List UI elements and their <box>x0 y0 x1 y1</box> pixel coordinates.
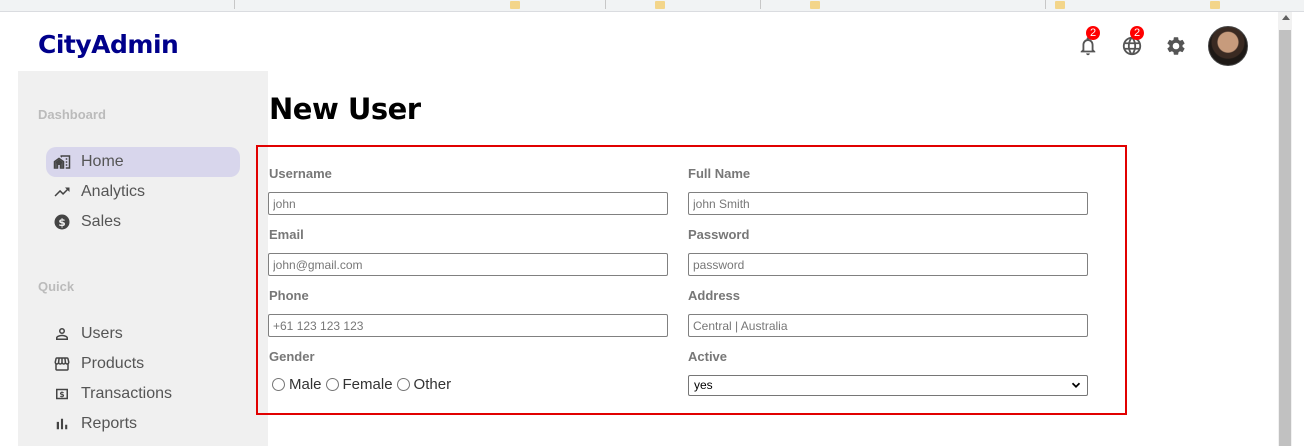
bookmark-folder-icon[interactable] <box>510 1 520 9</box>
dollar-icon: $ <box>52 212 72 232</box>
sidebar-section-title: Dashboard <box>38 107 106 122</box>
bookmark-folder-icon[interactable] <box>655 1 665 9</box>
active-label: Active <box>688 349 728 364</box>
username-input[interactable] <box>268 192 668 215</box>
sidebar-item-label: Sales <box>81 213 122 230</box>
money-icon: $ <box>52 384 72 404</box>
settings-button[interactable] <box>1164 34 1188 58</box>
language-count-badge: 2 <box>1130 26 1144 40</box>
sidebar-item-users[interactable]: Users <box>46 319 240 349</box>
app-logo[interactable]: CityAdmin <box>38 30 179 59</box>
phone-input[interactable] <box>268 314 668 337</box>
notifications-count-badge: 2 <box>1086 26 1100 40</box>
divider <box>234 0 235 9</box>
sidebar: Dashboard Home Analytics $ Sales Quick U… <box>18 71 268 446</box>
gender-male-radio[interactable] <box>272 378 285 391</box>
sidebar-item-label: Users <box>81 325 123 342</box>
topbar-icons: 2 2 <box>1056 26 1248 66</box>
notifications-button[interactable]: 2 <box>1076 26 1100 58</box>
gender-female-radio[interactable] <box>325 378 339 391</box>
home-icon <box>52 152 72 172</box>
sidebar-item-transactions[interactable]: $ Transactions <box>46 379 240 409</box>
sidebar-item-label: Reports <box>81 415 138 432</box>
divider <box>1045 0 1046 9</box>
bookmark-folder-icon[interactable] <box>1055 1 1065 9</box>
user-icon <box>52 324 72 344</box>
gender-female-label[interactable]: Female <box>343 376 393 393</box>
browser-bookmark-strip <box>0 0 1304 12</box>
svg-text:$: $ <box>58 217 65 229</box>
gender-other-radio[interactable] <box>396 378 410 391</box>
password-input[interactable] <box>688 253 1088 276</box>
window-edge <box>0 12 18 446</box>
active-select-value: yes <box>694 378 713 392</box>
address-label: Address <box>688 288 741 303</box>
full-name-input[interactable] <box>688 192 1088 215</box>
phone-label: Phone <box>269 288 309 303</box>
sidebar-item-label: Analytics <box>81 183 146 200</box>
gender-label: Gender <box>269 349 315 364</box>
page-title: New User <box>269 92 421 126</box>
gear-icon <box>1167 37 1185 55</box>
full-name-label: Full Name <box>688 166 751 181</box>
sidebar-item-label: Home <box>81 153 124 170</box>
gender-radio-group: Male Female Other <box>272 376 455 393</box>
language-button[interactable]: 2 <box>1120 26 1144 58</box>
avatar[interactable] <box>1208 26 1248 66</box>
chevron-down-icon <box>1071 382 1081 388</box>
gender-other-label[interactable]: Other <box>414 376 452 393</box>
active-select[interactable]: yes <box>688 375 1088 396</box>
address-input[interactable] <box>688 314 1088 337</box>
bar-chart-icon <box>52 414 72 434</box>
sidebar-item-products[interactable]: Products <box>46 349 240 379</box>
sidebar-item-label: Products <box>81 355 145 372</box>
topbar: CityAdmin 2 2 <box>18 12 1278 71</box>
username-label: Username <box>269 166 332 181</box>
email-input[interactable] <box>268 253 668 276</box>
divider <box>605 0 606 9</box>
sidebar-item-analytics[interactable]: Analytics <box>46 177 240 207</box>
bookmark-folder-icon[interactable] <box>1210 1 1220 9</box>
password-label: Password <box>688 227 750 242</box>
window-edge <box>1292 12 1304 446</box>
sidebar-item-label: Transactions <box>81 385 172 402</box>
sidebar-item-sales[interactable]: $ Sales <box>46 207 240 237</box>
sidebar-section-title: Quick <box>38 279 75 294</box>
scrollbar-thumb[interactable] <box>1279 30 1291 446</box>
email-label: Email <box>269 227 304 242</box>
trending-up-icon <box>52 182 72 202</box>
gender-male-label[interactable]: Male <box>289 376 322 393</box>
store-icon <box>52 354 72 374</box>
divider <box>760 0 761 9</box>
svg-text:$: $ <box>59 390 64 399</box>
scroll-up-arrow-icon[interactable] <box>1282 15 1290 20</box>
sidebar-item-home[interactable]: Home <box>46 147 240 177</box>
bookmark-folder-icon[interactable] <box>810 1 820 9</box>
sidebar-item-reports[interactable]: Reports <box>46 409 240 439</box>
